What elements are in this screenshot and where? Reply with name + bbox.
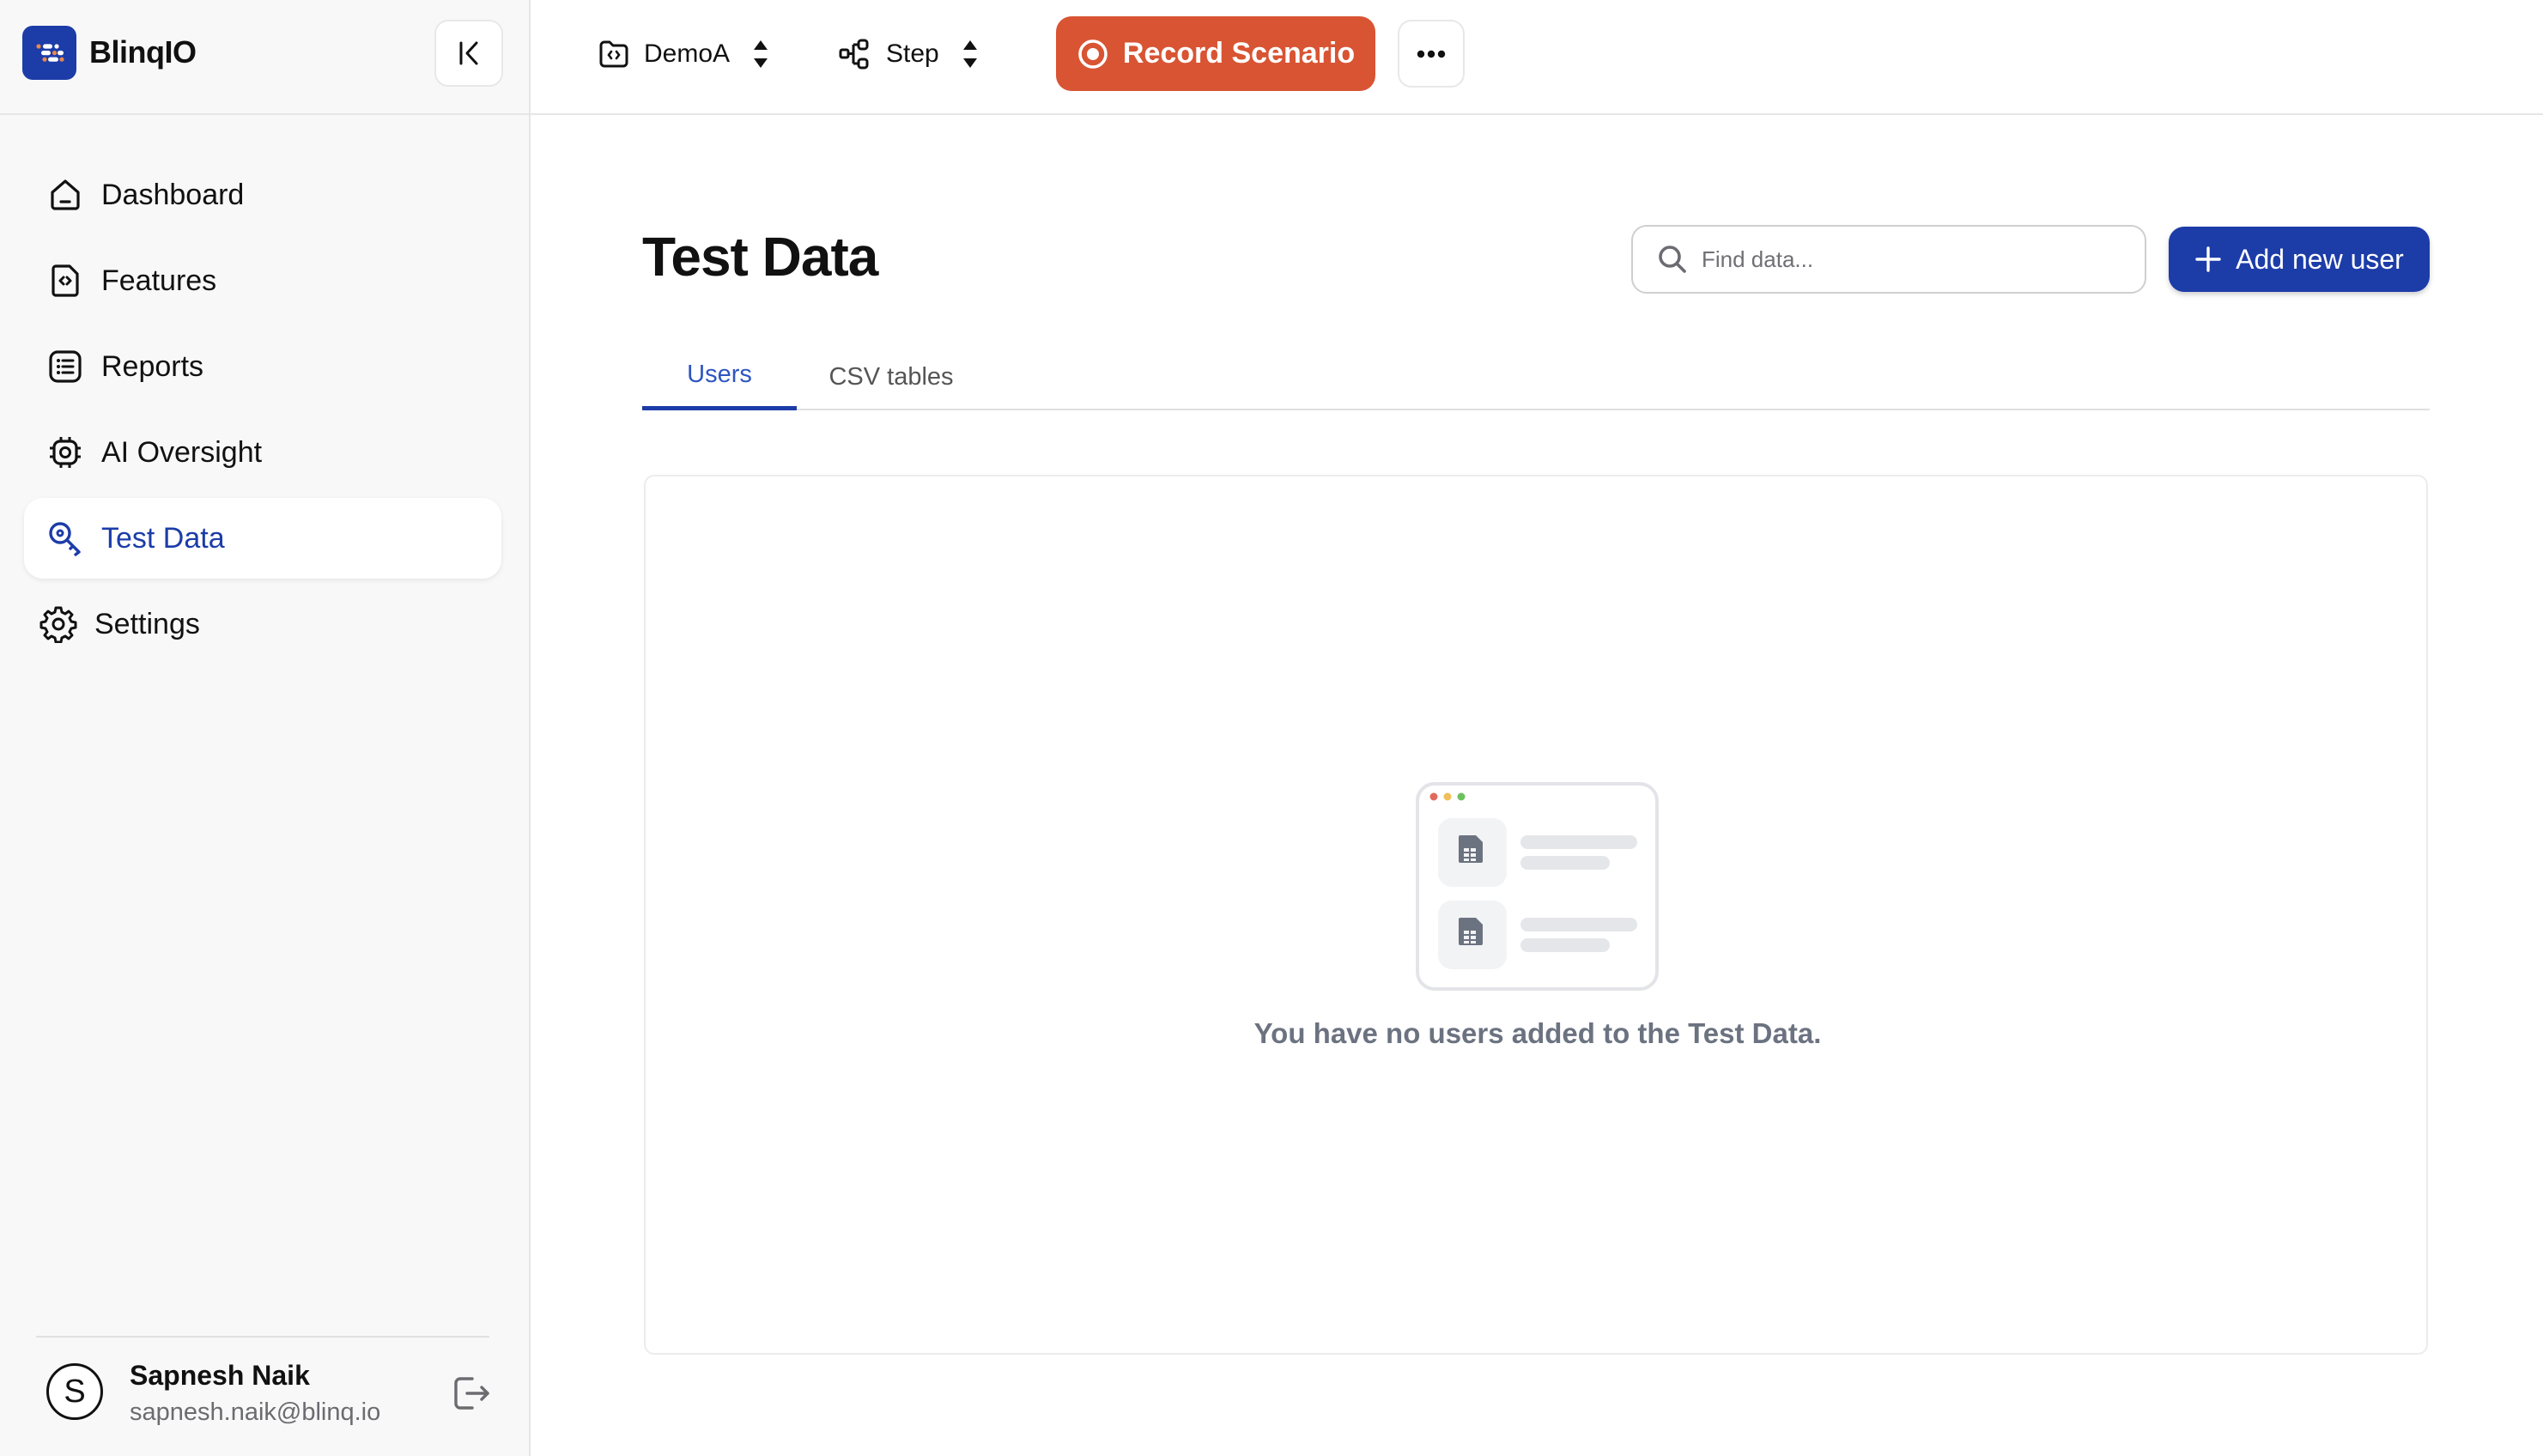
app-name: BlinqIO bbox=[89, 34, 197, 70]
users-panel: You have no users added to the Test Data… bbox=[644, 475, 2428, 1355]
sidebar-item-test-data[interactable]: Test Data bbox=[24, 498, 501, 579]
project-selector[interactable]: DemoA bbox=[598, 33, 769, 76]
sidebar-item-label: Settings bbox=[94, 607, 200, 640]
page-title: Test Data bbox=[642, 226, 878, 288]
collapse-left-icon bbox=[459, 41, 478, 65]
workflow-icon bbox=[839, 39, 869, 70]
folder-code-icon bbox=[599, 40, 628, 68]
chip-icon bbox=[46, 434, 84, 471]
user-name: Sapnesh Naik bbox=[130, 1360, 310, 1391]
search-icon bbox=[1659, 246, 1686, 273]
app-root: BlinqIO Dashboard Features Reports AI Ov… bbox=[0, 0, 2543, 1456]
sidebar-item-label: Features bbox=[101, 264, 217, 297]
sidebar-item-dashboard[interactable]: Dashboard bbox=[24, 155, 501, 235]
sidebar-item-ai-oversight[interactable]: AI Oversight bbox=[24, 412, 501, 493]
record-icon bbox=[1078, 39, 1108, 69]
project-selector-label: DemoA bbox=[644, 39, 731, 68]
collapse-sidebar-button[interactable] bbox=[434, 20, 503, 87]
sidebar-item-label: Dashboard bbox=[101, 178, 245, 211]
blinqio-logo-icon bbox=[22, 26, 76, 80]
sidebar-header: BlinqIO bbox=[0, 0, 529, 115]
tab-csv-tables[interactable]: CSV tables bbox=[797, 343, 986, 410]
add-new-user-label: Add new user bbox=[2236, 243, 2404, 275]
empty-state-message: You have no users added to the Test Data… bbox=[1253, 1017, 1822, 1049]
logout-button[interactable] bbox=[450, 1374, 493, 1413]
step-selector-label: Step bbox=[886, 39, 939, 68]
list-icon bbox=[46, 348, 84, 385]
record-scenario-button[interactable]: Record Scenario bbox=[1056, 16, 1375, 91]
user-email: sapnesh.naik@blinq.io bbox=[130, 1398, 381, 1426]
tab-bar: Users CSV tables bbox=[642, 343, 2430, 410]
key-icon bbox=[46, 519, 84, 557]
avatar[interactable]: S bbox=[46, 1363, 103, 1420]
search-input[interactable] bbox=[1702, 246, 2114, 273]
code-file-icon bbox=[46, 262, 84, 300]
sidebar-item-features[interactable]: Features bbox=[24, 240, 501, 321]
sidebar-item-settings[interactable]: Settings bbox=[24, 584, 501, 664]
sidebar-footer-divider bbox=[36, 1336, 489, 1338]
sidebar-item-label: Reports bbox=[101, 349, 204, 383]
empty-files-illustration bbox=[1416, 782, 1659, 991]
more-horizontal-icon bbox=[1417, 50, 1446, 58]
logout-icon bbox=[454, 1377, 489, 1410]
tab-users[interactable]: Users bbox=[642, 343, 797, 410]
sidebar-item-label: Test Data bbox=[101, 521, 225, 555]
add-new-user-button[interactable]: Add new user bbox=[2169, 227, 2430, 292]
record-scenario-label: Record Scenario bbox=[1122, 37, 1356, 70]
sort-updown-icon bbox=[962, 40, 977, 68]
gear-icon bbox=[39, 605, 77, 643]
plus-icon bbox=[2195, 246, 2221, 272]
sidebar-item-label: AI Oversight bbox=[101, 435, 263, 469]
more-options-button[interactable] bbox=[1398, 20, 1465, 88]
sidebar-item-reports[interactable]: Reports bbox=[24, 326, 501, 407]
step-selector[interactable]: Step bbox=[838, 33, 979, 76]
top-bar: DemoA Step Record Scenario bbox=[531, 0, 2543, 115]
home-icon bbox=[46, 176, 84, 214]
sort-updown-icon bbox=[754, 40, 768, 68]
search-field[interactable] bbox=[1631, 225, 2146, 294]
sidebar: BlinqIO Dashboard Features Reports AI Ov… bbox=[0, 0, 531, 1456]
